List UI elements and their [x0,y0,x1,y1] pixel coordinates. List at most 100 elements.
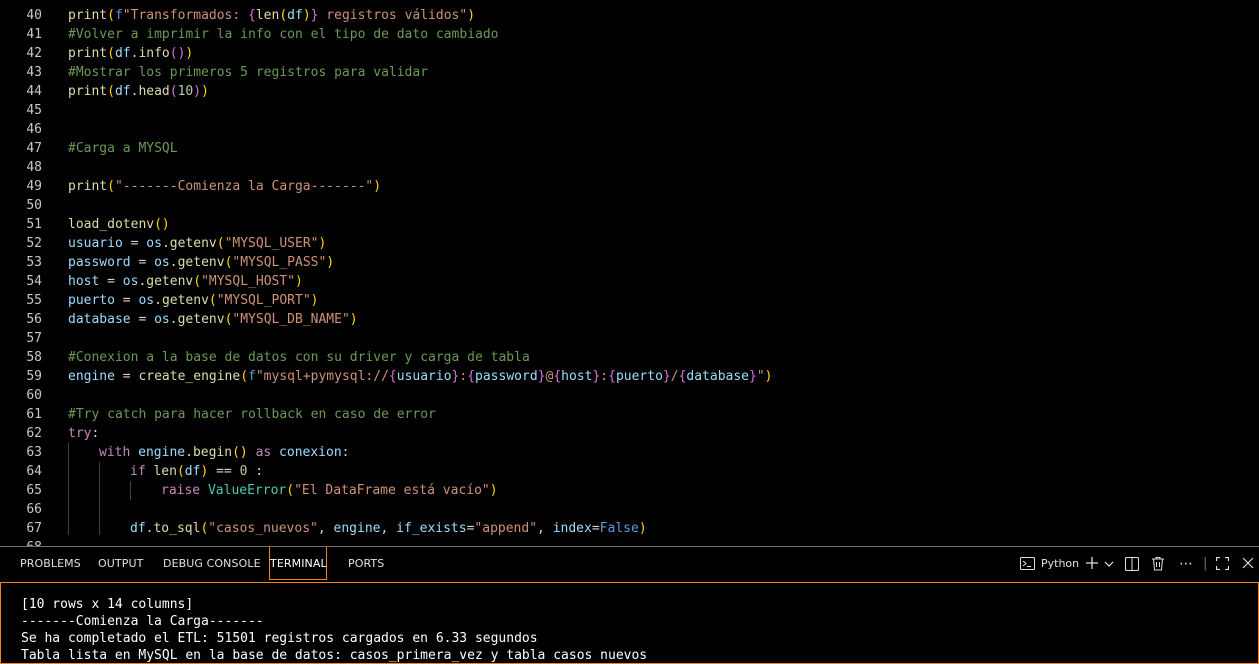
chevron-down-icon[interactable] [1104,559,1114,571]
code-line[interactable]: 40 print(f"Transformados: {len(df)} regis… [0,6,1259,25]
code-line[interactable]: 62 try: [0,424,1259,443]
code-token: puerto [68,293,115,308]
code-text: #Try catch para hacer rollback en caso d… [68,405,436,424]
code-line[interactable]: 58 #Conexion a la base de datos con su dr… [0,348,1259,367]
code-line[interactable]: 54 host = os.getenv("MYSQL_HOST") [0,272,1259,291]
code-line[interactable]: 43 #Mostrar los primeros 5 registros para… [0,63,1259,82]
terminal-output[interactable]: [10 rows x 14 columns] -------Comienza l… [0,582,1259,664]
code-line[interactable]: 57 [0,329,1259,348]
terminal-line: Tabla lista en MySQL en la base de datos… [21,648,648,663]
code-token: , [380,521,397,536]
code-token: head [138,84,170,99]
code-token: raise [161,483,201,498]
code-token: ) [489,483,498,498]
code-line[interactable]: 65 raise ValueError("El DataFrame está va… [0,481,1259,500]
code-token: with [99,445,131,460]
code-line[interactable]: 64 if len(df) == 0 : [0,462,1259,481]
code-line[interactable]: 48 [0,158,1259,177]
code-line[interactable]: 63 with engine.begin() as conexion: [0,443,1259,462]
code-line[interactable]: 46 [0,120,1259,139]
maximize-icon[interactable] [1215,556,1230,571]
code-line[interactable]: 41 #Volver a imprimir la info con el tipo… [0,25,1259,44]
code-token: } [662,369,671,384]
code-line[interactable]: 56 database = os.getenv("MYSQL_DB_NAME") [0,310,1259,329]
code-line[interactable]: 49 print("-------Comienza la Carga-------… [0,177,1259,196]
code-token: df [114,46,131,61]
code-text: print(df.head(10)) [68,82,209,101]
line-number: 65 [26,483,42,498]
code-token: ( [107,46,115,61]
code-token: if_exists [396,521,467,536]
code-token: . [154,293,162,308]
more-icon[interactable]: ⋯ [1179,547,1193,581]
code-text: usuario = os.getenv("MYSQL_USER") [68,234,326,253]
split-icon[interactable] [1125,557,1139,573]
code-text: engine = create_engine(f"mysql+pymysql:/… [68,367,773,386]
tab-debug-console[interactable]: DEBUG CONSOLE [163,547,261,580]
code-token: host [68,274,100,289]
code-token: getenv [161,293,209,308]
code-token: ) [373,179,382,194]
code-line[interactable]: 61 #Try catch para hacer rollback en caso… [0,405,1259,424]
code-line[interactable]: 60 [0,386,1259,405]
line-number: 49 [26,179,42,194]
code-token: : [341,445,350,460]
code-line[interactable]: 51 load_dotenv() [0,215,1259,234]
code-token: os [138,293,155,308]
code-line[interactable]: 68 [0,538,1259,546]
tab-problems[interactable]: PROBLEMS [20,547,81,580]
line-number: 46 [26,122,42,137]
code-token: ) [467,8,476,23]
terminal-profile-label[interactable]: Python [1041,547,1079,581]
code-line[interactable]: 42 print(df.info()) [0,44,1259,63]
code-token: load_dotenv [68,217,155,232]
line-number: 45 [26,103,42,118]
code-token: } [749,369,757,384]
line-number: 57 [26,331,42,346]
code-text: with engine.begin() as conexion: [99,443,350,462]
code-text: puerto = os.getenv("MYSQL_PORT") [68,291,318,310]
line-number: 44 [26,84,42,99]
code-token: os [146,236,162,251]
add-icon[interactable] [1085,556,1099,572]
panel-header: PROBLEMS OUTPUT DEBUG CONSOLE TERMINAL P… [0,546,1259,582]
code-token: = [114,293,139,308]
code-token: #Conexion a la base de datos con su driv… [68,350,530,365]
line-number: 55 [26,293,42,308]
code-token: { [553,369,562,384]
close-icon[interactable] [1242,557,1254,571]
code-token: ) [310,293,319,308]
tab-ports[interactable]: PORTS [348,547,384,580]
code-line[interactable]: 66 [0,500,1259,519]
tab-terminal[interactable]: TERMINAL [269,547,327,580]
code-token: "casos_nuevos" [208,521,318,536]
code-token: df [184,464,201,479]
code-editor[interactable]: 40 print(f"Transformados: {len(df)} regis… [0,0,1259,546]
code-token: database [686,369,750,384]
divider: | [1203,556,1208,571]
code-line[interactable]: 45 [0,101,1259,120]
code-token: "MYSQL_HOST" [201,274,295,289]
code-token: ( [279,8,288,23]
code-line[interactable]: 47 #Carga a MYSQL [0,139,1259,158]
code-token: getenv [177,255,225,270]
code-line[interactable]: 53 password = os.getenv("MYSQL_PASS") [0,253,1259,272]
code-token: ( [176,464,185,479]
code-line[interactable]: 59 engine = create_engine(f"mysql+pymysql… [0,367,1259,386]
code-token: engine [138,445,186,460]
code-line[interactable]: 44 print(df.head(10)) [0,82,1259,101]
code-token: engine [333,521,381,536]
code-line[interactable]: 67 df.to_sql("casos_nuevos", engine, if_e… [0,519,1259,538]
code-line[interactable]: 55 puerto = os.getenv("MYSQL_PORT") [0,291,1259,310]
terminal-icon[interactable] [1020,557,1035,571]
indent-guide [68,443,69,535]
code-token: "MYSQL_DB_NAME" [232,312,350,327]
code-text: #Mostrar los primeros 5 registros para v… [68,63,428,82]
code-line[interactable]: 52 usuario = os.getenv("MYSQL_USER") [0,234,1259,253]
trash-icon[interactable] [1151,556,1165,572]
tab-output[interactable]: OUTPUT [98,547,143,580]
line-number: 62 [26,426,42,441]
code-line[interactable]: 50 [0,196,1259,215]
